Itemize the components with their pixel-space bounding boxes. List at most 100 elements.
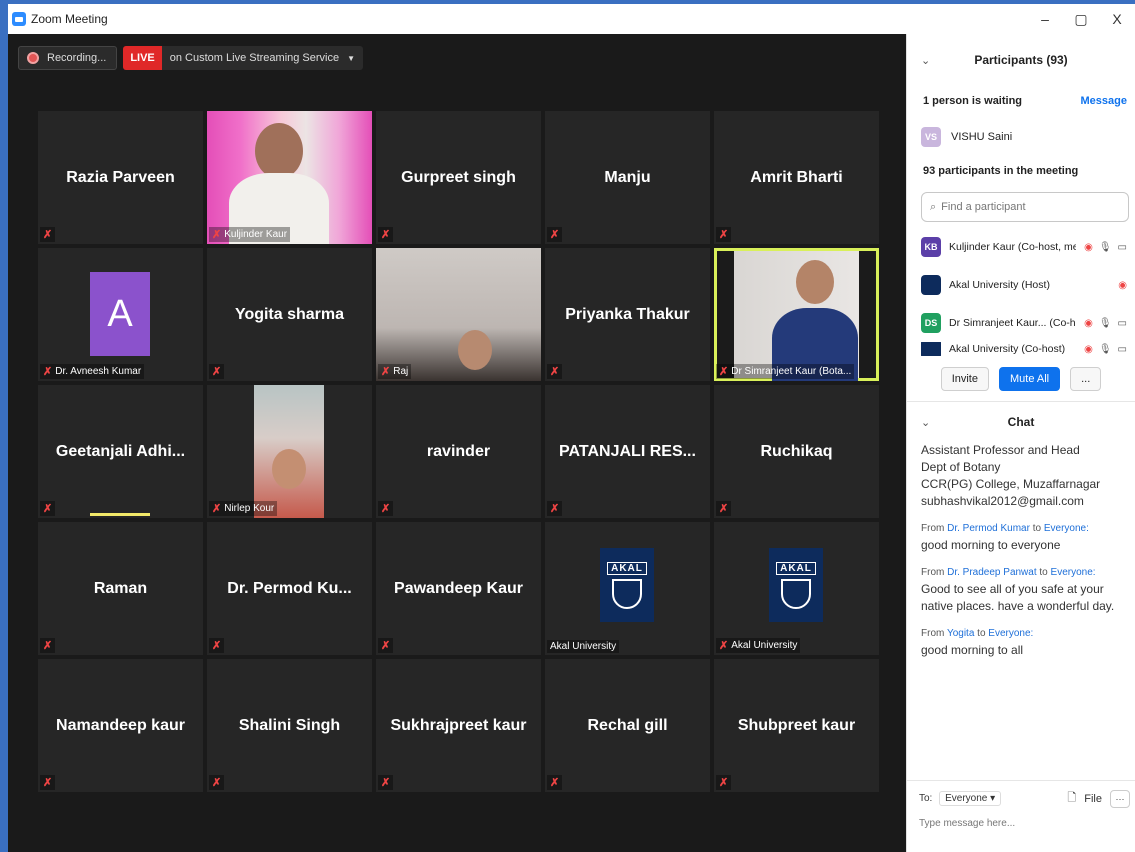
participant-name: Dr. Permod Ku... <box>227 579 352 597</box>
mic-muted-icon: ✗ <box>381 366 391 378</box>
participant-row[interactable]: DS Dr Simranjeet Kaur... (Co-host) ◉ 🎙 ▭ <box>907 304 1135 342</box>
participant-label: ✗ <box>209 775 225 790</box>
chat-composer: To: Everyone ▾ 🗋 File ··· Type message h… <box>907 780 1135 852</box>
video-tile[interactable]: Sukhrajpreet kaur ✗ <box>376 659 541 792</box>
participant-label: ✗ <box>209 638 225 653</box>
video-tile[interactable]: Razia Parveen ✗ <box>38 111 203 244</box>
collapse-chevron-icon[interactable]: ⌄ <box>921 416 930 429</box>
video-tile[interactable]: ✗ Nirlep Kour <box>207 385 372 518</box>
mic-muted-icon: ✗ <box>550 229 560 241</box>
video-tile[interactable]: ✗ Raj <box>376 248 541 381</box>
minimize-button[interactable]: – <box>1027 4 1063 34</box>
sender-name[interactable]: Dr. Permod Kumar <box>947 523 1030 534</box>
waiting-participant[interactable]: VS VISHU Saini <box>907 116 1135 158</box>
video-tile[interactable]: PATANJALI RES... ✗ <box>545 385 710 518</box>
waiting-room-label: 1 person is waiting <box>923 95 1023 107</box>
video-tile[interactable]: Manju ✗ <box>545 111 710 244</box>
sender-name[interactable]: Dr. Pradeep Panwat <box>947 567 1037 578</box>
search-icon: ⌕ <box>930 200 937 213</box>
mic-muted-icon: ✗ <box>719 777 729 789</box>
participant-row[interactable]: Akal University (Host) ◉ <box>907 266 1135 304</box>
video-tile[interactable]: A ✗ Dr. Avneesh Kumar <box>38 248 203 381</box>
logo-shield <box>781 578 811 609</box>
maximize-button[interactable]: ▢ <box>1063 4 1099 34</box>
video-tile[interactable]: Shubpreet kaur ✗ <box>714 659 879 792</box>
akal-university-logo: AKAL <box>600 548 654 622</box>
video-tile[interactable]: Pawandeep Kaur ✗ <box>376 522 541 655</box>
participant-name: ravinder <box>426 442 491 460</box>
mic-icon[interactable]: 🎙 <box>1099 242 1112 253</box>
video-tile[interactable]: Dr. Permod Ku... ✗ <box>207 522 372 655</box>
participant-name: Kuljinder Kaur (Co-host, me) <box>949 241 1077 253</box>
recipient-name: Everyone: <box>1050 567 1096 578</box>
avatar: KB <box>921 237 941 257</box>
video-icon[interactable]: ▭ <box>1118 318 1127 329</box>
mute-all-button[interactable]: Mute All <box>998 366 1061 391</box>
avatar: A <box>90 272 150 356</box>
video-tile[interactable]: ravinder ✗ <box>376 385 541 518</box>
recording-indicator[interactable]: Recording... <box>18 46 118 70</box>
participant-label: ✗ <box>40 775 56 790</box>
participant-name: Priyanka Thakur <box>565 305 690 323</box>
window-title: Zoom Meeting <box>31 12 108 26</box>
participant-name: Dr Simranjeet Kaur... (Co-host) <box>949 317 1076 329</box>
mic-muted-icon: ✗ <box>43 503 53 515</box>
video-tile[interactable]: AKAL ✗ Akal University <box>714 522 879 655</box>
participant-name: Raman <box>93 579 148 597</box>
video-tile[interactable]: Ruchikaq ✗ <box>714 385 879 518</box>
participant-label: ✗ <box>209 364 225 379</box>
recipient-select[interactable]: Everyone ▾ <box>939 791 1002 806</box>
participant-label: ✗ <box>40 227 56 242</box>
search-placeholder: Find a participant <box>941 201 1026 213</box>
mic-icon[interactable]: 🎙 <box>1099 344 1112 355</box>
video-tile[interactable]: ✗ Dr Simranjeet Kaur (Bota... <box>714 248 879 381</box>
video-tile[interactable]: Namandeep kaur ✗ <box>38 659 203 792</box>
participant-label: ✗ Nirlep Kour <box>209 501 278 516</box>
video-tile[interactable]: Priyanka Thakur ✗ <box>545 248 710 381</box>
to-label: To: <box>919 793 933 804</box>
video-tile[interactable]: Geetanjali Adhi... ✗ <box>38 385 203 518</box>
chat-input[interactable]: Type message here... <box>919 818 1130 829</box>
chat-line: Dept of Botany <box>921 460 1001 474</box>
message-link[interactable]: Message <box>1081 95 1127 107</box>
participant-row[interactable]: Akal University (Co-host) ◉ 🎙 ▭ <box>907 342 1135 356</box>
video-tile[interactable]: Shalini Singh ✗ <box>207 659 372 792</box>
chat-more-button[interactable]: ··· <box>1110 789 1130 808</box>
record-icon: ◉ <box>1084 343 1093 355</box>
collapse-chevron-icon[interactable]: ⌄ <box>921 54 930 67</box>
participant-name: Shubpreet kaur <box>737 716 856 734</box>
avatar <box>921 342 941 356</box>
close-button[interactable]: X <box>1099 4 1135 34</box>
mic-muted-icon: ✗ <box>212 366 222 378</box>
file-button[interactable]: File <box>1084 793 1102 805</box>
to-label: to <box>1032 523 1042 534</box>
participant-name: Manju <box>604 168 651 186</box>
video-tile[interactable]: ✗ Kuljinder Kaur <box>207 111 372 244</box>
logo-word: AKAL <box>776 561 816 575</box>
avatar: VS <box>921 127 941 147</box>
video-tile[interactable]: AKAL Akal University <box>545 522 710 655</box>
live-stream-label: on Custom Live Streaming Service <box>169 52 340 64</box>
video-tile[interactable]: Gurpreet singh ✗ <box>376 111 541 244</box>
video-icon[interactable]: ▭ <box>1118 242 1127 253</box>
participant-search[interactable]: ⌕ Find a participant <box>921 192 1129 222</box>
participant-row[interactable]: KB Kuljinder Kaur (Co-host, me) ◉ 🎙 ▭ <box>907 228 1135 266</box>
record-icon: ◉ <box>1084 241 1093 253</box>
invite-button[interactable]: Invite <box>940 366 989 391</box>
chat-message-text: good morning to everyone <box>921 538 1061 552</box>
file-icon[interactable]: 🗋 <box>1067 789 1076 808</box>
video-icon[interactable]: ▭ <box>1118 344 1127 355</box>
chat-message-text: Good to see all of you safe at your nati… <box>921 582 1115 613</box>
sender-name[interactable]: Yogita <box>947 628 974 639</box>
video-tile[interactable]: Amrit Bharti ✗ <box>714 111 879 244</box>
more-options-button[interactable]: ... <box>1070 366 1102 391</box>
mic-icon[interactable]: 🎙 <box>1099 318 1112 329</box>
video-tile[interactable]: Yogita sharma ✗ <box>207 248 372 381</box>
live-stream-button[interactable]: LIVE on Custom Live Streaming Service ▼ <box>123 46 364 70</box>
mic-muted-icon: ✗ <box>381 777 391 789</box>
mic-muted-icon: ✗ <box>43 640 53 652</box>
participant-name: Razia Parveen <box>66 168 175 186</box>
chat-sender-line: From Dr. Permod Kumar to Everyone: <box>921 520 1125 537</box>
video-tile[interactable]: Raman ✗ <box>38 522 203 655</box>
video-tile[interactable]: Rechal gill ✗ <box>545 659 710 792</box>
